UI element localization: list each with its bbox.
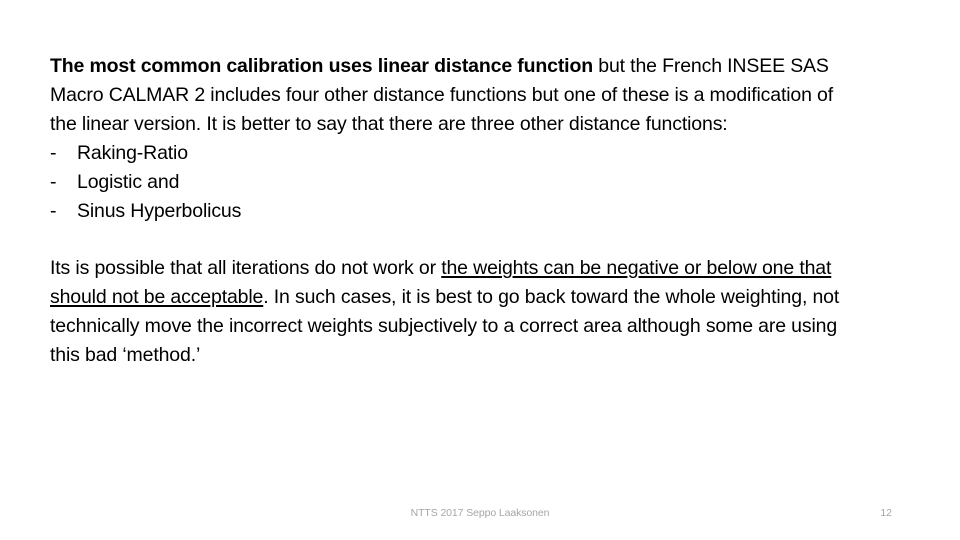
dash-bullet-icon: -	[50, 199, 57, 222]
list-item-label: Sinus Hyperbolicus	[77, 199, 242, 222]
list-item: - Logistic and	[50, 168, 840, 197]
list-item: - Sinus Hyperbolicus	[50, 197, 840, 226]
dash-bullet-icon: -	[50, 170, 57, 193]
paragraph-text-before-emphasis: Its is possible that all iterations do n…	[50, 257, 442, 280]
paragraph-lead-bold-text: The most common calibration uses linear …	[50, 55, 593, 77]
slide-page-number: 12	[880, 507, 892, 519]
list-item-label: Logistic and	[77, 170, 180, 193]
paragraph-calibration-functions: The most common calibration uses linear …	[50, 52, 840, 139]
dash-bullet-icon: -	[50, 141, 57, 164]
footer-conference-note: NTTS 2017 Seppo Laaksonen	[410, 507, 550, 519]
paragraph-iterations-weights: Its is possible that all iterations do n…	[50, 254, 840, 370]
list-item-label: Raking-Ratio	[77, 141, 188, 164]
slide-body-content: The most common calibration uses linear …	[50, 52, 840, 370]
slide-canvas: The most common calibration uses linear …	[0, 0, 960, 540]
list-item: - Raking-Ratio	[50, 139, 840, 168]
